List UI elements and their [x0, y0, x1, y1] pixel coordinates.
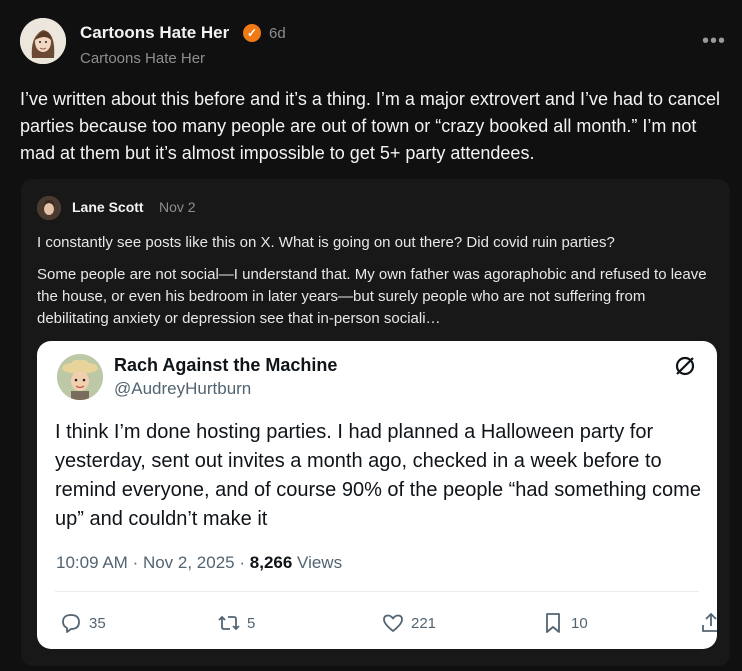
- reply-button[interactable]: 35: [59, 611, 106, 635]
- views-label: Views: [297, 553, 343, 572]
- post-header: Cartoons Hate Her ✓ 6d Cartoons Hate Her…: [20, 18, 742, 70]
- tweet-text: I think I’m done hosting parties. I had …: [55, 421, 701, 530]
- heart-icon: [383, 614, 403, 632]
- more-options-icon[interactable]: •••: [702, 30, 726, 53]
- author-handle[interactable]: Cartoons Hate Her: [80, 50, 205, 67]
- meta-separator: ·: [239, 553, 250, 572]
- share-button[interactable]: [699, 611, 717, 635]
- like-button[interactable]: 221: [381, 611, 436, 635]
- like-count: 221: [411, 614, 437, 632]
- repost-button[interactable]: 5: [217, 611, 255, 635]
- author-avatar[interactable]: [20, 18, 66, 64]
- x-logo-icon[interactable]: [673, 354, 697, 378]
- tweet-meta: 10:09 AM · Nov 2, 2025 · 8,266 Views: [56, 553, 342, 573]
- embedded-tweet-card[interactable]: Rach Against the Machine @AudreyHurtburn…: [37, 341, 717, 649]
- post-time[interactable]: 6d: [269, 25, 286, 42]
- divider: [55, 591, 699, 592]
- reply-count: 35: [89, 614, 106, 632]
- quote-paragraph: Some people are not social—I understand …: [37, 266, 707, 327]
- quoted-post[interactable]: Lane Scott Nov 2 I constantly see posts …: [21, 179, 730, 666]
- quote-date[interactable]: Nov 2: [159, 199, 196, 215]
- verified-badge-icon: ✓: [243, 24, 261, 42]
- repost-icon: [218, 615, 240, 631]
- reply-icon: [62, 614, 80, 633]
- share-icon: [702, 612, 717, 632]
- tweet-date[interactable]: Nov 2, 2025: [143, 553, 235, 572]
- quote-author-avatar[interactable]: [37, 196, 61, 220]
- quote-author-name[interactable]: Lane Scott: [72, 199, 144, 215]
- author-name[interactable]: Cartoons Hate Her: [80, 23, 229, 43]
- bookmark-icon: [546, 613, 560, 633]
- quote-paragraph: I constantly see posts like this on X. W…: [37, 234, 615, 251]
- post-text: I’ve written about this before and it’s …: [20, 89, 721, 163]
- bookmark-count: 10: [571, 614, 588, 632]
- tweet-time[interactable]: 10:09 AM: [56, 553, 128, 572]
- meta-separator: ·: [132, 553, 143, 572]
- tweet-author-handle[interactable]: @AudreyHurtburn: [114, 379, 251, 399]
- tweet-author-avatar[interactable]: [57, 354, 103, 400]
- tweet-author-name[interactable]: Rach Against the Machine: [114, 355, 337, 376]
- repost-count: 5: [247, 614, 256, 632]
- views-count: 8,266: [249, 553, 293, 572]
- bookmark-button[interactable]: 10: [541, 611, 588, 635]
